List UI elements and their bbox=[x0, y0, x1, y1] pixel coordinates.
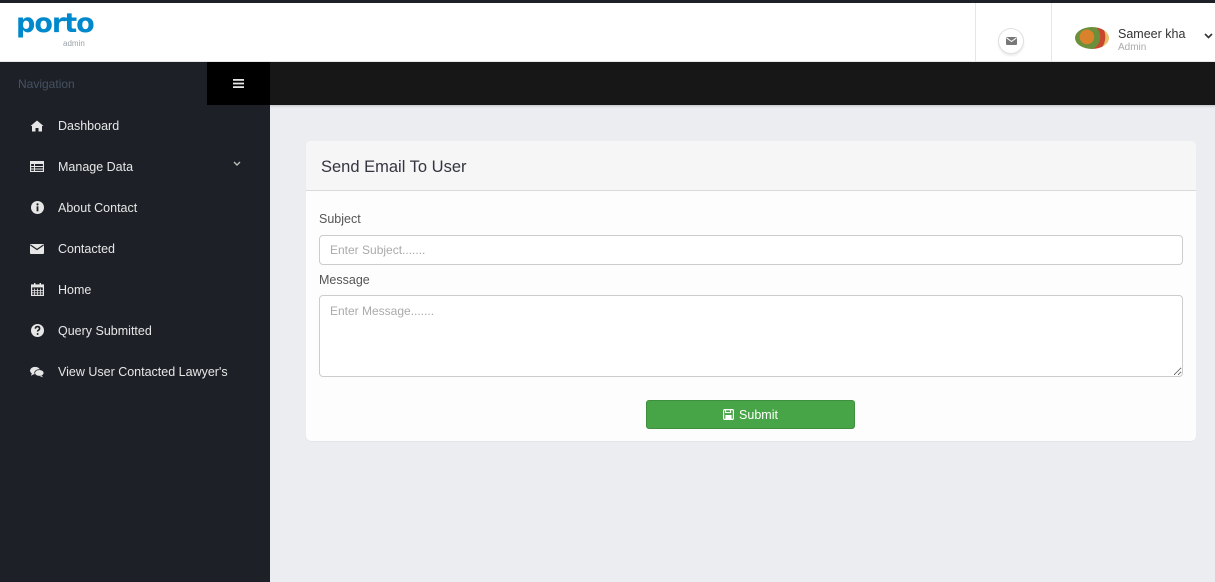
submit-button[interactable]: Submit bbox=[646, 400, 855, 429]
navigation-heading: Navigation bbox=[18, 77, 75, 91]
header-divider bbox=[975, 3, 976, 62]
envelope-icon bbox=[1005, 37, 1017, 45]
chevron-down-icon[interactable] bbox=[1204, 33, 1213, 39]
sidebar-nav: Dashboard Manage Data About Contact Cont… bbox=[0, 105, 270, 392]
sidebar-item-label: Home bbox=[58, 282, 92, 297]
question-circle-icon bbox=[30, 324, 44, 337]
top-header: porto admin Sameer kha Admin bbox=[0, 0, 1215, 62]
subject-label: Subject bbox=[319, 212, 361, 226]
sidebar-item-query-submitted[interactable]: Query Submitted bbox=[0, 310, 270, 351]
user-avatar[interactable] bbox=[1075, 27, 1109, 49]
user-role: Admin bbox=[1118, 42, 1147, 53]
sidebar-item-label: Dashboard bbox=[58, 118, 120, 133]
subject-input[interactable] bbox=[319, 235, 1183, 265]
card-title: Send Email To User bbox=[306, 141, 1196, 191]
sidebar-item-label: About Contact bbox=[58, 200, 138, 215]
sidebar-item-label: Manage Data bbox=[58, 159, 134, 174]
send-email-card: Send Email To User Subject Message Submi… bbox=[306, 141, 1196, 441]
sidebar-item-dashboard[interactable]: Dashboard bbox=[0, 105, 270, 146]
content-header-shadow bbox=[270, 105, 1215, 108]
comments-icon bbox=[30, 366, 44, 377]
header-divider bbox=[1051, 3, 1052, 62]
envelope-icon bbox=[30, 243, 44, 254]
sidebar-item-label: Contacted bbox=[58, 241, 115, 256]
bars-icon bbox=[233, 79, 244, 88]
message-label: Message bbox=[319, 273, 370, 287]
calendar-icon bbox=[30, 283, 44, 296]
chevron-down-icon bbox=[233, 161, 241, 166]
sidebar-item-home[interactable]: Home bbox=[0, 269, 270, 310]
sidebar-item-label: View User Contacted Lawyer's bbox=[58, 364, 228, 379]
content-header-bar bbox=[270, 62, 1215, 105]
sidebar-item-about-contact[interactable]: About Contact bbox=[0, 187, 270, 228]
info-circle-icon bbox=[30, 201, 44, 214]
porto-logo[interactable]: porto admin bbox=[16, 8, 96, 55]
messages-button[interactable] bbox=[998, 28, 1024, 54]
message-textarea[interactable] bbox=[319, 295, 1183, 377]
logo-subtext: admin bbox=[63, 39, 85, 48]
sidebar-toggle-button[interactable] bbox=[207, 62, 270, 105]
sidebar-item-manage-data[interactable]: Manage Data bbox=[0, 146, 270, 187]
table-icon bbox=[30, 161, 44, 172]
sidebar: Navigation Dashboard Manage Data About C… bbox=[0, 62, 270, 582]
logo-text: porto bbox=[16, 8, 95, 39]
sidebar-item-view-user-contacted-lawyers[interactable]: View User Contacted Lawyer's bbox=[0, 351, 270, 392]
submit-label: Submit bbox=[739, 407, 778, 422]
sidebar-header: Navigation bbox=[0, 62, 270, 105]
sidebar-item-contacted[interactable]: Contacted bbox=[0, 228, 270, 269]
home-icon bbox=[30, 120, 44, 131]
user-name[interactable]: Sameer kha bbox=[1118, 27, 1185, 41]
save-icon bbox=[723, 409, 735, 420]
sidebar-item-label: Query Submitted bbox=[58, 323, 152, 338]
